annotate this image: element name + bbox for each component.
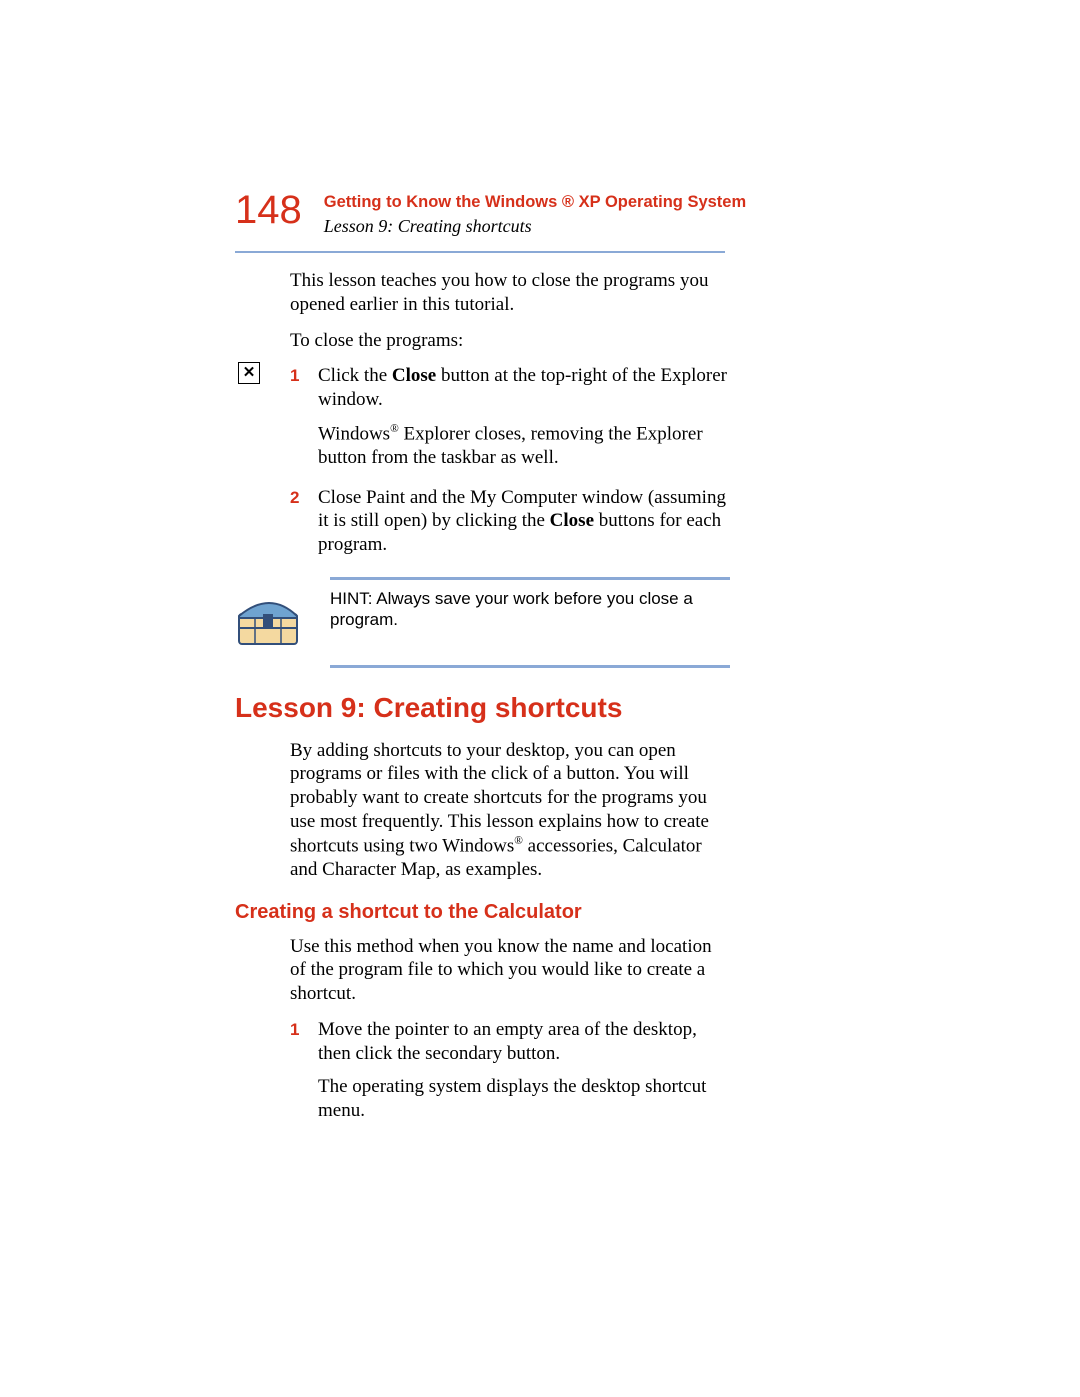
step-item: 1 Move the pointer to an empty area of t… [290, 1018, 730, 1133]
step-number: 1 [290, 364, 318, 479]
step-number: 1 [290, 1018, 318, 1133]
step-number: 2 [290, 486, 318, 567]
section-breadcrumb: Lesson 9: Creating shortcuts [324, 215, 746, 238]
step-body: Close Paint and the My Computer window (… [318, 486, 730, 567]
intro-lead: To close the programs: [290, 329, 730, 353]
chapter-title: Getting to Know the Windows ® XP Operati… [324, 192, 746, 213]
step-text: Move the pointer to an empty area of the… [318, 1018, 730, 1066]
page-number: 148 [235, 190, 302, 230]
hint-row: HINT: Always save your work before you c… [235, 580, 730, 665]
page-header: 148 Getting to Know the Windows ® XP Ope… [235, 188, 920, 237]
section-heading: Lesson 9: Creating shortcuts [235, 690, 920, 725]
hint-block: HINT: Always save your work before you c… [235, 577, 730, 668]
step-body: Click the Close button at the top-right … [318, 364, 730, 479]
step-item: 2 Close Paint and the My Computer window… [290, 486, 730, 567]
hint-text: HINT: Always save your work before you c… [330, 586, 730, 631]
header-text-block: Getting to Know the Windows ® XP Operati… [324, 188, 746, 237]
calc-intro: Use this method when you know the name a… [290, 935, 730, 1006]
treasure-chest-icon [235, 588, 305, 655]
step-text: Click the Close button at the top-right … [318, 364, 730, 412]
hint-bottom-rule [330, 665, 730, 668]
subsection-heading: Creating a shortcut to the Calculator [235, 900, 920, 925]
intro-paragraph: This lesson teaches you how to close the… [290, 269, 730, 317]
intro-block: This lesson teaches you how to close the… [290, 269, 730, 567]
header-rule [235, 251, 725, 253]
lesson-paragraph: By adding shortcuts to your desktop, you… [290, 739, 730, 882]
step-body: Move the pointer to an empty area of the… [318, 1018, 730, 1133]
close-icon: ✕ [238, 362, 260, 384]
document-page: 148 Getting to Know the Windows ® XP Ope… [0, 0, 1080, 1397]
step-item: ✕ 1 Click the Close button at the top-ri… [290, 364, 730, 479]
calc-block: Use this method when you know the name a… [290, 935, 730, 1133]
step-text: Close Paint and the My Computer window (… [318, 486, 730, 557]
step-follow: The operating system displays the deskto… [318, 1075, 730, 1123]
lesson-intro: By adding shortcuts to your desktop, you… [290, 739, 730, 882]
step-follow: Windows® Explorer closes, removing the E… [318, 422, 730, 470]
